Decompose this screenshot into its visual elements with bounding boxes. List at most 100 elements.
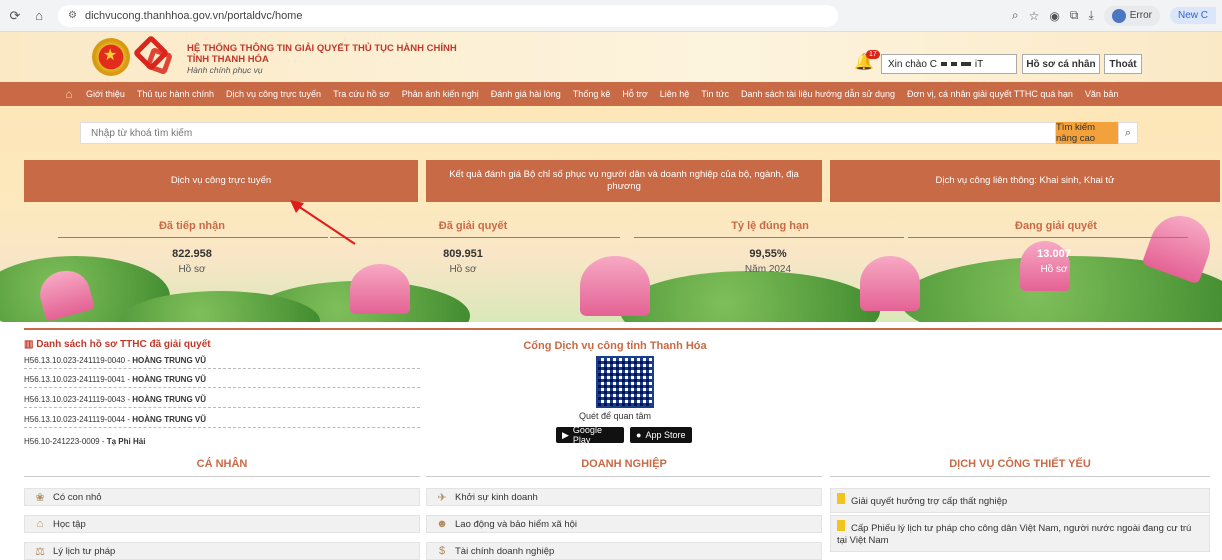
bookmark-star-icon[interactable]: ☆	[1029, 9, 1040, 23]
stat-ontime-year: Năm 2024	[744, 264, 792, 275]
justice-icon: ⚖	[35, 545, 45, 558]
section-divider	[24, 328, 1222, 330]
site-tagline: Hành chính phục vụ	[187, 65, 263, 75]
logout-button[interactable]: Thoát	[1104, 54, 1142, 74]
divider	[908, 237, 1188, 238]
redacted-mark	[940, 62, 947, 66]
business-heading: DOANH NGHIỆP	[581, 458, 667, 470]
category-item-small-children[interactable]: ❀ Có con nhỏ	[24, 488, 420, 506]
search-input[interactable]	[80, 122, 1056, 144]
menu-item-contact[interactable]: Liên hệ	[660, 89, 690, 99]
record-owner: HOÀNG TRUNG VŨ	[132, 395, 207, 404]
stat-processing-unit: Hồ sơ	[1040, 264, 1068, 275]
menu-item-support[interactable]: Hỗ trợ	[622, 89, 647, 99]
reload-icon[interactable]: ⟳	[6, 7, 24, 25]
essential-heading: DỊCH VỤ CÔNG THIẾT YẾU	[949, 458, 1091, 470]
record-owner: Tạ Phi Hải	[106, 437, 146, 446]
category-item-corporate-finance[interactable]: $ Tài chính doanh nghiệp	[426, 542, 822, 560]
menu-item-lookup[interactable]: Tra cứu hồ sơ	[333, 89, 390, 99]
category-item-judicial-record[interactable]: ⚖ Lý lịch tư pháp	[24, 542, 420, 560]
national-emblem-logo[interactable]	[92, 38, 130, 76]
user-greeting[interactable]: Xin chào C iT	[881, 54, 1017, 74]
list-item[interactable]: H56.13.10.023-241119-0040 - HOÀNG TRUNG …	[24, 356, 420, 369]
chart-icon: ▥	[24, 339, 34, 350]
hero-banner: Tìm kiếm nâng cao ⌕ Dịch vụ công trực tu…	[0, 106, 1222, 322]
record-owner: HOÀNG TRUNG VŨ	[132, 415, 207, 424]
category-label: Lao động và bảo hiểm xã hội	[455, 518, 578, 530]
site-settings-icon[interactable]: ⚙	[68, 10, 77, 21]
essential-service-label: Cấp Phiếu lý lịch tư pháp cho công dân V…	[837, 523, 1192, 546]
interconnected-services-button[interactable]: Dịch vụ công liên thông: Khai sinh, Khai…	[830, 160, 1220, 202]
annotation-arrow	[290, 200, 356, 245]
stat-processing-label: Đang giải quyết	[1015, 220, 1097, 232]
profile-label: Error	[1129, 10, 1152, 21]
new-chrome-button[interactable]: New C	[1169, 7, 1216, 24]
record-owner: HOÀNG TRUNG VŨ	[132, 356, 207, 365]
menu-item-documents[interactable]: Văn bản	[1085, 89, 1119, 99]
category-item-education[interactable]: ⌂ Học tập	[24, 515, 420, 533]
menu-item-user-guides[interactable]: Danh sách tài liệu hướng dẫn sử dụng	[741, 89, 895, 99]
extension-icon[interactable]: ◉	[1049, 9, 1059, 23]
menu-item-overdue-units[interactable]: Đơn vị, cá nhân giải quyết TTHC quá hạn	[907, 89, 1073, 99]
list-item[interactable]: H56.13.10.023-241119-0043 - HOÀNG TRUNG …	[24, 395, 420, 408]
essential-service-judicial-record[interactable]: Cấp Phiếu lý lịch tư pháp cho công dân V…	[830, 515, 1210, 552]
notification-count-badge: 17	[866, 50, 880, 59]
browser-toolbar: ⟳ ⌂ ⚙ dichvucong.thanhhoa.gov.vn/portald…	[0, 0, 1222, 32]
search-icon[interactable]: ⌕	[1118, 122, 1138, 144]
category-item-labor-insurance[interactable]: ☻ Lao động và bảo hiểm xã hội	[426, 515, 822, 533]
google-play-button[interactable]: ▶ Google Play	[556, 425, 624, 445]
category-label: Có con nhỏ	[53, 491, 102, 503]
greeting-end: iT	[974, 58, 984, 70]
menu-item-online-services[interactable]: Dịch vụ công trực tuyến	[226, 89, 321, 99]
avatar	[1111, 8, 1126, 23]
app-store-button[interactable]: ● App Store	[630, 427, 692, 443]
menu-item-procedures[interactable]: Thủ tục hành chính	[137, 89, 214, 99]
record-owner: HOÀNG TRUNG VŨ	[132, 375, 207, 384]
province-logo[interactable]	[132, 34, 174, 76]
download-icon[interactable]: ⤓	[1088, 8, 1093, 23]
category-label: Lý lịch tư pháp	[53, 545, 116, 557]
puzzle-icon[interactable]: ⧉	[1070, 8, 1079, 23]
menu-item-news[interactable]: Tin tức	[701, 89, 729, 99]
profile-button[interactable]: Hồ sơ cá nhân	[1022, 54, 1100, 74]
menu-item-satisfaction[interactable]: Đánh giá hài lòng	[491, 89, 561, 99]
category-item-startup[interactable]: ✈ Khởi sự kinh doanh	[426, 488, 822, 506]
zoom-icon[interactable]: ⌕	[1012, 8, 1019, 23]
stat-received-unit: Hồ sơ	[178, 264, 206, 275]
qr-code	[596, 356, 654, 408]
divider	[830, 476, 1210, 477]
divider	[426, 476, 822, 477]
site-title: HỆ THỐNG THÔNG TIN GIẢI QUYẾT THỦ TỤC HÀ…	[187, 43, 457, 54]
qr-caption: Quét để quan tâm	[578, 411, 652, 421]
lotus-flower-decoration	[860, 256, 920, 311]
app-store-label: App Store	[645, 430, 686, 440]
address-bar[interactable]: ⚙ dichvucong.thanhhoa.gov.vn/portaldvc/h…	[58, 4, 838, 27]
stat-ontime-value: 99,55%	[749, 248, 787, 260]
home-icon[interactable]: ⌂	[30, 7, 48, 25]
list-item[interactable]: H56.13.10.023-241119-0041 - HOÀNG TRUNG …	[24, 375, 420, 388]
essential-service-unemployment[interactable]: Giải quyết hưởng trợ cấp thất nghiệp	[830, 488, 1210, 513]
menu-item-statistics[interactable]: Thống kê	[573, 89, 611, 99]
menu-item-introduction[interactable]: Giới thiệu	[86, 89, 125, 99]
google-play-label: Google Play	[572, 425, 602, 445]
profile-error-button[interactable]: Error	[1103, 5, 1160, 26]
category-label: Khởi sự kinh doanh	[455, 491, 538, 503]
greeting-text: Xin chào C	[888, 58, 937, 70]
category-label: Học tập	[53, 518, 86, 530]
url-text: dichvucong.thanhhoa.gov.vn/portaldvc/hom…	[84, 9, 303, 22]
record-code: H56.10-241223-0009 -	[24, 437, 107, 446]
site-header: HỆ THỐNG THÔNG TIN GIẢI QUYẾT THỦ TỤC HÀ…	[0, 32, 1222, 82]
list-item[interactable]: H56.13.10.023-241119-0044 - HOÀNG TRUNG …	[24, 415, 420, 428]
category-label: Tài chính doanh nghiệp	[455, 545, 555, 557]
workers-icon: ☻	[436, 518, 448, 530]
dollar-icon: $	[438, 545, 446, 557]
record-code: H56.13.10.023-241119-0041 -	[24, 375, 133, 384]
play-icon: ▶	[562, 429, 569, 440]
list-item[interactable]: H56.10-241223-0009 - Tạ Phi Hải	[24, 437, 420, 449]
advanced-search-button[interactable]: Tìm kiếm nâng cao	[1056, 122, 1118, 144]
menu-item-feedback[interactable]: Phản ánh kiến nghị	[402, 89, 479, 99]
home-icon[interactable]: ⌂	[60, 85, 78, 103]
personal-heading: CÁ NHÂN	[196, 458, 248, 470]
record-code: H56.13.10.023-241119-0044 -	[24, 415, 133, 424]
flag-icon	[837, 520, 845, 531]
